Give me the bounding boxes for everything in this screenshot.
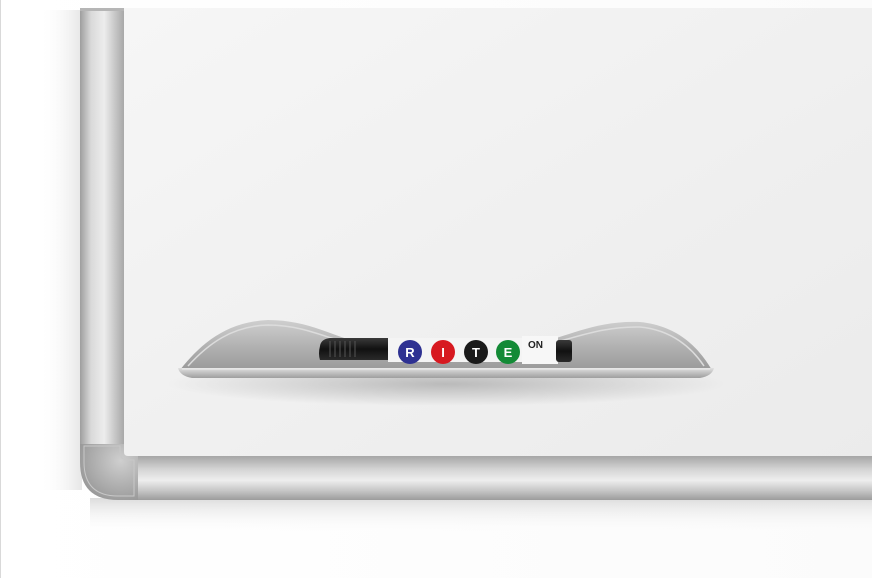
frame-left-top-edge bbox=[80, 8, 124, 11]
whiteboard-scene: R I T E ON bbox=[0, 0, 872, 578]
letter-i: I bbox=[441, 345, 445, 360]
letter-t: T bbox=[472, 345, 480, 360]
frame-left-rail bbox=[80, 8, 124, 452]
letter-r: R bbox=[405, 345, 415, 360]
board-side-shadow bbox=[40, 10, 82, 490]
dry-erase-marker[interactable]: R I T E ON bbox=[319, 336, 572, 364]
marker-cap-tip bbox=[556, 340, 572, 362]
whiteboard-illustration: R I T E ON bbox=[0, 0, 872, 578]
board-bottom-shadow bbox=[90, 498, 872, 534]
letter-e: E bbox=[504, 345, 513, 360]
marker-grip bbox=[319, 338, 388, 360]
cap-label: ON bbox=[528, 340, 543, 351]
frame-bottom-rail bbox=[134, 456, 872, 500]
left-edge-line bbox=[0, 0, 1, 578]
